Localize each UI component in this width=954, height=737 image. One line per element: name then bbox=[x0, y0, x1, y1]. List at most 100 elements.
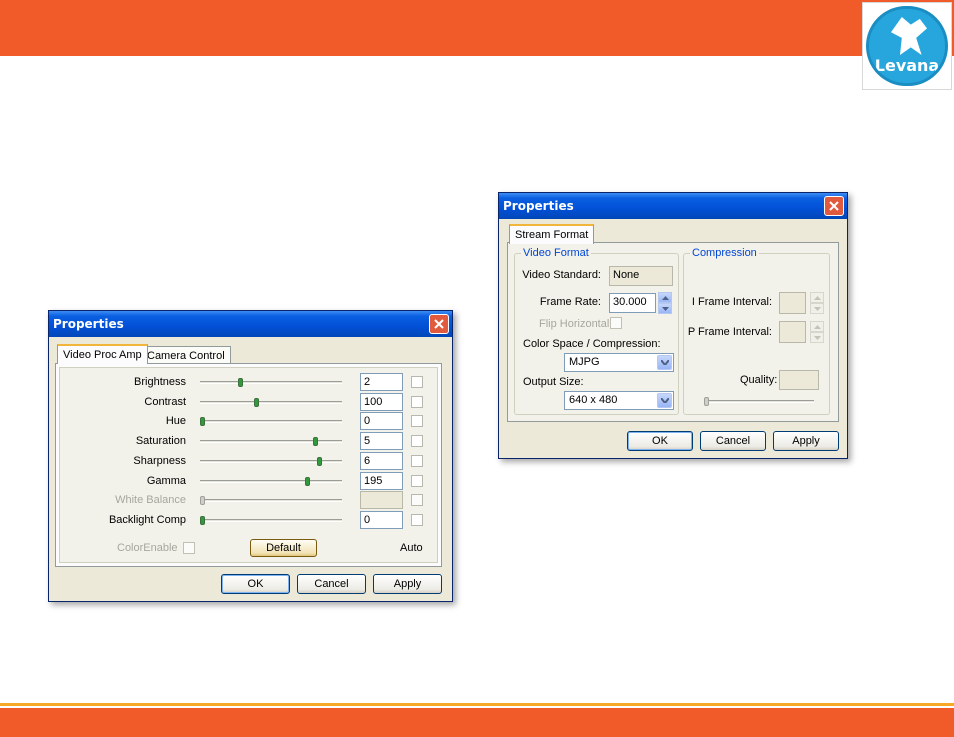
i-frame-interval-label: I Frame Interval: bbox=[691, 296, 772, 308]
p-frame-interval-stepper bbox=[810, 321, 824, 343]
i-frame-interval-stepper bbox=[810, 292, 824, 314]
hue-label: Hue bbox=[165, 415, 186, 427]
chevron-up-icon bbox=[662, 296, 669, 300]
saturation-auto-checkbox[interactable] bbox=[411, 435, 423, 447]
brightness-label: Brightness bbox=[134, 376, 186, 388]
video-standard-label: Video Standard: bbox=[522, 269, 601, 281]
chevron-down-icon bbox=[814, 307, 821, 311]
white-balance-value-field bbox=[360, 491, 403, 509]
brightness-slider[interactable] bbox=[200, 378, 342, 387]
close-button[interactable] bbox=[824, 196, 844, 216]
quality-field bbox=[779, 370, 819, 390]
white-balance-label: White Balance bbox=[115, 494, 186, 506]
video-proc-amp-dialog: Properties Video Proc Amp Camera Control… bbox=[48, 310, 453, 602]
gamma-value-field[interactable]: 195 bbox=[360, 472, 403, 490]
apply-button[interactable]: Apply bbox=[373, 574, 442, 594]
output-size-dropdown-button[interactable] bbox=[657, 393, 672, 408]
sharpness-label: Sharpness bbox=[133, 455, 186, 467]
chevron-up-icon bbox=[814, 296, 821, 300]
gamma-slider[interactable] bbox=[200, 477, 342, 486]
p-frame-interval-field bbox=[779, 321, 806, 343]
brightness-slider-thumb[interactable] bbox=[238, 378, 243, 387]
chevron-up-icon bbox=[814, 325, 821, 329]
sharpness-slider[interactable] bbox=[200, 457, 342, 466]
hue-auto-checkbox[interactable] bbox=[411, 415, 423, 427]
contrast-value-field[interactable]: 100 bbox=[360, 393, 403, 411]
titlebar[interactable]: Properties bbox=[49, 311, 452, 337]
white-balance-slider bbox=[200, 496, 342, 505]
close-button[interactable] bbox=[429, 314, 449, 334]
ok-button[interactable]: OK bbox=[627, 431, 693, 451]
sharpness-slider-thumb[interactable] bbox=[317, 457, 322, 466]
sharpness-value-field[interactable]: 6 bbox=[360, 452, 403, 470]
quality-slider-thumb[interactable] bbox=[704, 397, 709, 406]
close-icon bbox=[829, 201, 839, 211]
backlight-comp-slider-thumb[interactable] bbox=[200, 516, 205, 525]
default-button[interactable]: Default bbox=[250, 539, 317, 557]
bottom-accent-line bbox=[0, 703, 954, 706]
i-frame-interval-field bbox=[779, 292, 806, 314]
chevron-down-icon bbox=[661, 398, 669, 403]
backlight-comp-value-field[interactable]: 0 bbox=[360, 511, 403, 529]
hue-value-field[interactable]: 0 bbox=[360, 412, 403, 430]
backlight-comp-label: Backlight Comp bbox=[108, 514, 186, 526]
titlebar[interactable]: Properties bbox=[499, 193, 847, 219]
tab-camera-control[interactable]: Camera Control bbox=[141, 346, 231, 364]
hue-slider-thumb[interactable] bbox=[200, 417, 205, 426]
chevron-down-icon bbox=[814, 336, 821, 340]
auto-label: Auto bbox=[400, 542, 423, 554]
ok-button[interactable]: OK bbox=[221, 574, 290, 594]
frame-rate-label: Frame Rate: bbox=[539, 296, 601, 308]
quality-label: Quality: bbox=[740, 374, 778, 386]
contrast-auto-checkbox[interactable] bbox=[411, 396, 423, 408]
proc-amp-panel: Brightness 2 Contrast 100 Hue 0 Saturation 5 Sha… bbox=[59, 367, 438, 563]
stream-format-panel: Video Format Video Standard: None Frame … bbox=[508, 243, 838, 421]
chevron-down-icon bbox=[661, 360, 669, 365]
saturation-label: Saturation bbox=[135, 435, 186, 447]
white-balance-auto-checkbox[interactable] bbox=[411, 494, 423, 506]
color-enable-checkbox[interactable] bbox=[183, 542, 195, 554]
contrast-label: Contrast bbox=[144, 396, 186, 408]
levana-logo: Levana bbox=[862, 2, 952, 90]
tab-stream-format[interactable]: Stream Format bbox=[509, 224, 595, 244]
frame-rate-input[interactable]: 30.000 bbox=[609, 293, 656, 313]
gamma-auto-checkbox[interactable] bbox=[411, 475, 423, 487]
quality-slider[interactable] bbox=[704, 397, 814, 406]
top-banner bbox=[0, 0, 954, 56]
color-space-value: MJPG bbox=[569, 356, 600, 368]
cancel-button[interactable]: Cancel bbox=[297, 574, 366, 594]
saturation-slider[interactable] bbox=[200, 437, 342, 446]
brightness-auto-checkbox[interactable] bbox=[411, 376, 423, 388]
video-format-title: Video Format bbox=[521, 247, 591, 259]
brightness-value-field[interactable]: 2 bbox=[360, 373, 403, 391]
tab-panel: Video Format Video Standard: None Frame … bbox=[507, 242, 839, 422]
flip-horizontal-checkbox[interactable] bbox=[610, 317, 622, 329]
sharpness-auto-checkbox[interactable] bbox=[411, 455, 423, 467]
gamma-slider-thumb[interactable] bbox=[305, 477, 310, 486]
compression-group: Compression I Frame Interval: P Frame In… bbox=[683, 247, 830, 415]
output-size-label: Output Size: bbox=[523, 376, 584, 388]
saturation-slider-thumb[interactable] bbox=[313, 437, 318, 446]
backlight-comp-auto-checkbox[interactable] bbox=[411, 514, 423, 526]
contrast-slider-thumb[interactable] bbox=[254, 398, 259, 407]
dialog-title: Properties bbox=[53, 317, 124, 331]
color-space-label: Color Space / Compression: bbox=[523, 338, 661, 350]
output-size-value: 640 x 480 bbox=[569, 394, 618, 406]
contrast-slider[interactable] bbox=[200, 398, 342, 407]
video-standard-field: None bbox=[609, 266, 673, 286]
saturation-value-field[interactable]: 5 bbox=[360, 432, 403, 450]
cancel-button[interactable]: Cancel bbox=[700, 431, 766, 451]
color-space-dropdown-button[interactable] bbox=[657, 355, 672, 370]
logo-text: Levana bbox=[874, 56, 940, 75]
color-space-select[interactable]: MJPG bbox=[564, 353, 674, 372]
stream-format-dialog: Properties Stream Format Video Format Vi… bbox=[498, 192, 848, 459]
hue-slider[interactable] bbox=[200, 417, 342, 426]
backlight-comp-slider[interactable] bbox=[200, 516, 342, 525]
frame-rate-stepper[interactable] bbox=[658, 292, 672, 314]
tab-video-proc-amp[interactable]: Video Proc Amp bbox=[57, 344, 148, 364]
chevron-down-icon bbox=[662, 307, 669, 311]
logo-figure-icon bbox=[891, 17, 927, 55]
output-size-select[interactable]: 640 x 480 bbox=[564, 391, 674, 410]
apply-button[interactable]: Apply bbox=[773, 431, 839, 451]
close-icon bbox=[434, 319, 444, 329]
